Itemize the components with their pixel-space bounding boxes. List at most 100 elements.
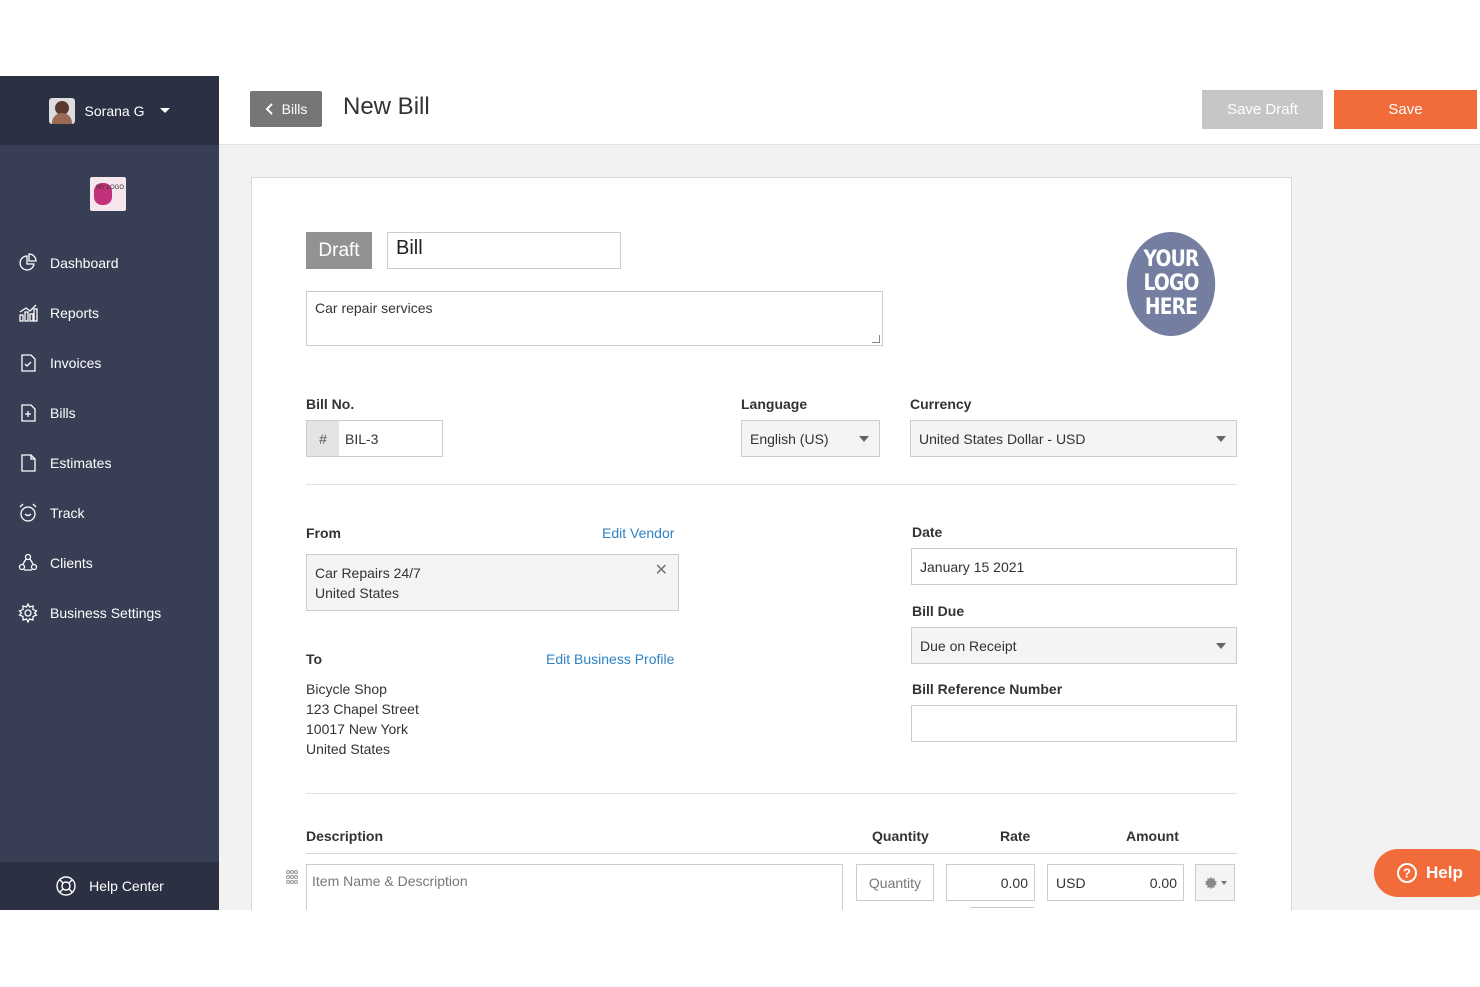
bar-chart-icon [18, 303, 38, 323]
edit-vendor-link[interactable]: Edit Vendor [602, 525, 674, 541]
vendor-name: Car Repairs 24/7 [315, 565, 421, 581]
hash-prefix: # [307, 421, 339, 456]
lifebuoy-icon [56, 876, 76, 896]
language-select[interactable]: English (US) [741, 420, 880, 457]
currency-label: Currency [910, 396, 972, 412]
sidebar-item-label: Estimates [50, 455, 112, 471]
sidebar-item-dashboard[interactable]: Dashboard [0, 238, 219, 288]
save-draft-button[interactable]: Save Draft [1202, 90, 1323, 129]
help-center-link[interactable]: Help Center [0, 862, 219, 910]
app-window: Sorana G MY LOGO Dashboard Reports Invoi… [0, 76, 1480, 910]
bill-icon [18, 403, 38, 423]
company-logo-text: MY LOGO [96, 185, 124, 191]
amount-currency: USD [1056, 874, 1086, 891]
chevron-down-icon [859, 436, 869, 442]
sidebar-item-bills[interactable]: Bills [0, 388, 219, 438]
chevron-left-icon [265, 103, 273, 115]
from-label: From [306, 525, 341, 541]
chevron-down-icon [1216, 643, 1226, 649]
logo-upload-placeholder[interactable]: YOUR LOGO HERE [1126, 232, 1216, 336]
sidebar-item-business-settings[interactable]: Business Settings [0, 588, 219, 638]
alarm-clock-icon [18, 503, 38, 523]
sidebar-item-estimates[interactable]: Estimates [0, 438, 219, 488]
resize-handle-icon[interactable] [872, 335, 880, 343]
table-header-divider [306, 853, 1237, 854]
row-settings-button[interactable] [1195, 864, 1235, 901]
question-icon: ? [1397, 863, 1417, 883]
bill-form: Draft Bill Car repair services YOUR LOGO… [251, 177, 1292, 910]
clients-icon [18, 553, 38, 573]
sidebar-item-label: Invoices [50, 355, 102, 371]
address-line: 10017 New York [306, 721, 408, 737]
user-name: Sorana G [84, 102, 145, 119]
help-button-label: Help [1426, 863, 1463, 882]
close-icon[interactable]: ✕ [655, 561, 668, 581]
help-button[interactable]: ? Help [1374, 849, 1480, 897]
sidebar-item-label: Clients [50, 555, 93, 571]
column-header-amount: Amount [1126, 828, 1179, 844]
bill-due-value: Due on Receipt [920, 637, 1017, 654]
page-header: Bills New Bill Save Draft Save [219, 76, 1480, 145]
logo-line: HERE [1144, 295, 1198, 320]
sidebar-item-track[interactable]: Track [0, 488, 219, 538]
sidebar-item-label: Bills [50, 405, 76, 421]
save-button[interactable]: Save [1334, 90, 1477, 129]
page-title: New Bill [343, 93, 430, 120]
item-description-placeholder: Item Name & Description [312, 873, 468, 889]
amount-value: 0.00 [1149, 874, 1177, 891]
currency-value: United States Dollar - USD [919, 430, 1086, 447]
sidebar-item-label: Dashboard [50, 255, 119, 271]
bill-no-label: Bill No. [306, 396, 355, 412]
language-value: English (US) [750, 430, 829, 447]
logo-line: YOUR [1143, 247, 1200, 272]
quantity-input[interactable]: Quantity [856, 864, 934, 901]
sidebar-item-label: Reports [50, 305, 100, 321]
logo-line: LOGO [1143, 271, 1199, 296]
business-address: Bicycle Shop 123 Chapel Street 10017 New… [306, 679, 419, 759]
bill-reference-input[interactable] [911, 705, 1237, 742]
gear-icon [1204, 876, 1217, 889]
language-label: Language [741, 396, 808, 412]
back-to-bills-button[interactable]: Bills [250, 91, 322, 127]
chevron-down-icon [1220, 880, 1227, 885]
date-label: Date [912, 524, 943, 540]
document-title-input[interactable]: Bill [387, 232, 621, 269]
sidebar-item-reports[interactable]: Reports [0, 288, 219, 338]
chevron-down-icon [160, 108, 171, 113]
date-input[interactable]: January 15 2021 [911, 548, 1237, 585]
drag-handle-icon[interactable] [285, 869, 299, 887]
avatar [48, 97, 75, 124]
user-menu[interactable]: Sorana G [0, 76, 219, 145]
divider [306, 793, 1237, 794]
bill-number-value: BIL-3 [345, 430, 379, 447]
divider [306, 484, 1237, 485]
edit-business-profile-link[interactable]: Edit Business Profile [546, 651, 674, 667]
partial-field [970, 907, 1034, 910]
rate-input[interactable]: 0.00 [946, 864, 1035, 901]
address-line: 123 Chapel Street [306, 701, 419, 717]
pie-chart-icon [18, 253, 38, 273]
bill-number-field[interactable]: # BIL-3 [306, 420, 443, 457]
sidebar-item-invoices[interactable]: Invoices [0, 338, 219, 388]
currency-select[interactable]: United States Dollar - USD [910, 420, 1237, 457]
bill-reference-label: Bill Reference Number [912, 681, 1063, 697]
address-line: Bicycle Shop [306, 681, 387, 697]
sidebar-item-label: Track [50, 505, 85, 521]
column-header-quantity: Quantity [872, 828, 929, 844]
vendor-country: United States [315, 585, 400, 601]
item-description-input[interactable]: Item Name & Description [306, 864, 843, 910]
bill-description-textarea[interactable]: Car repair services [306, 291, 883, 346]
bill-due-select[interactable]: Due on Receipt [911, 627, 1237, 664]
amount-field: USD 0.00 [1047, 864, 1184, 901]
status-badge: Draft [306, 232, 372, 269]
chevron-down-icon [1216, 436, 1226, 442]
column-header-description: Description [306, 828, 384, 844]
back-button-label: Bills [281, 101, 308, 117]
column-header-rate: Rate [1000, 828, 1031, 844]
invoice-icon [18, 353, 38, 373]
company-logo: MY LOGO [90, 177, 126, 211]
bill-due-label: Bill Due [912, 603, 965, 619]
sidebar-item-clients[interactable]: Clients [0, 538, 219, 588]
vendor-card[interactable]: Car Repairs 24/7 United States ✕ [306, 554, 679, 611]
sidebar: Sorana G MY LOGO Dashboard Reports Invoi… [0, 76, 219, 910]
